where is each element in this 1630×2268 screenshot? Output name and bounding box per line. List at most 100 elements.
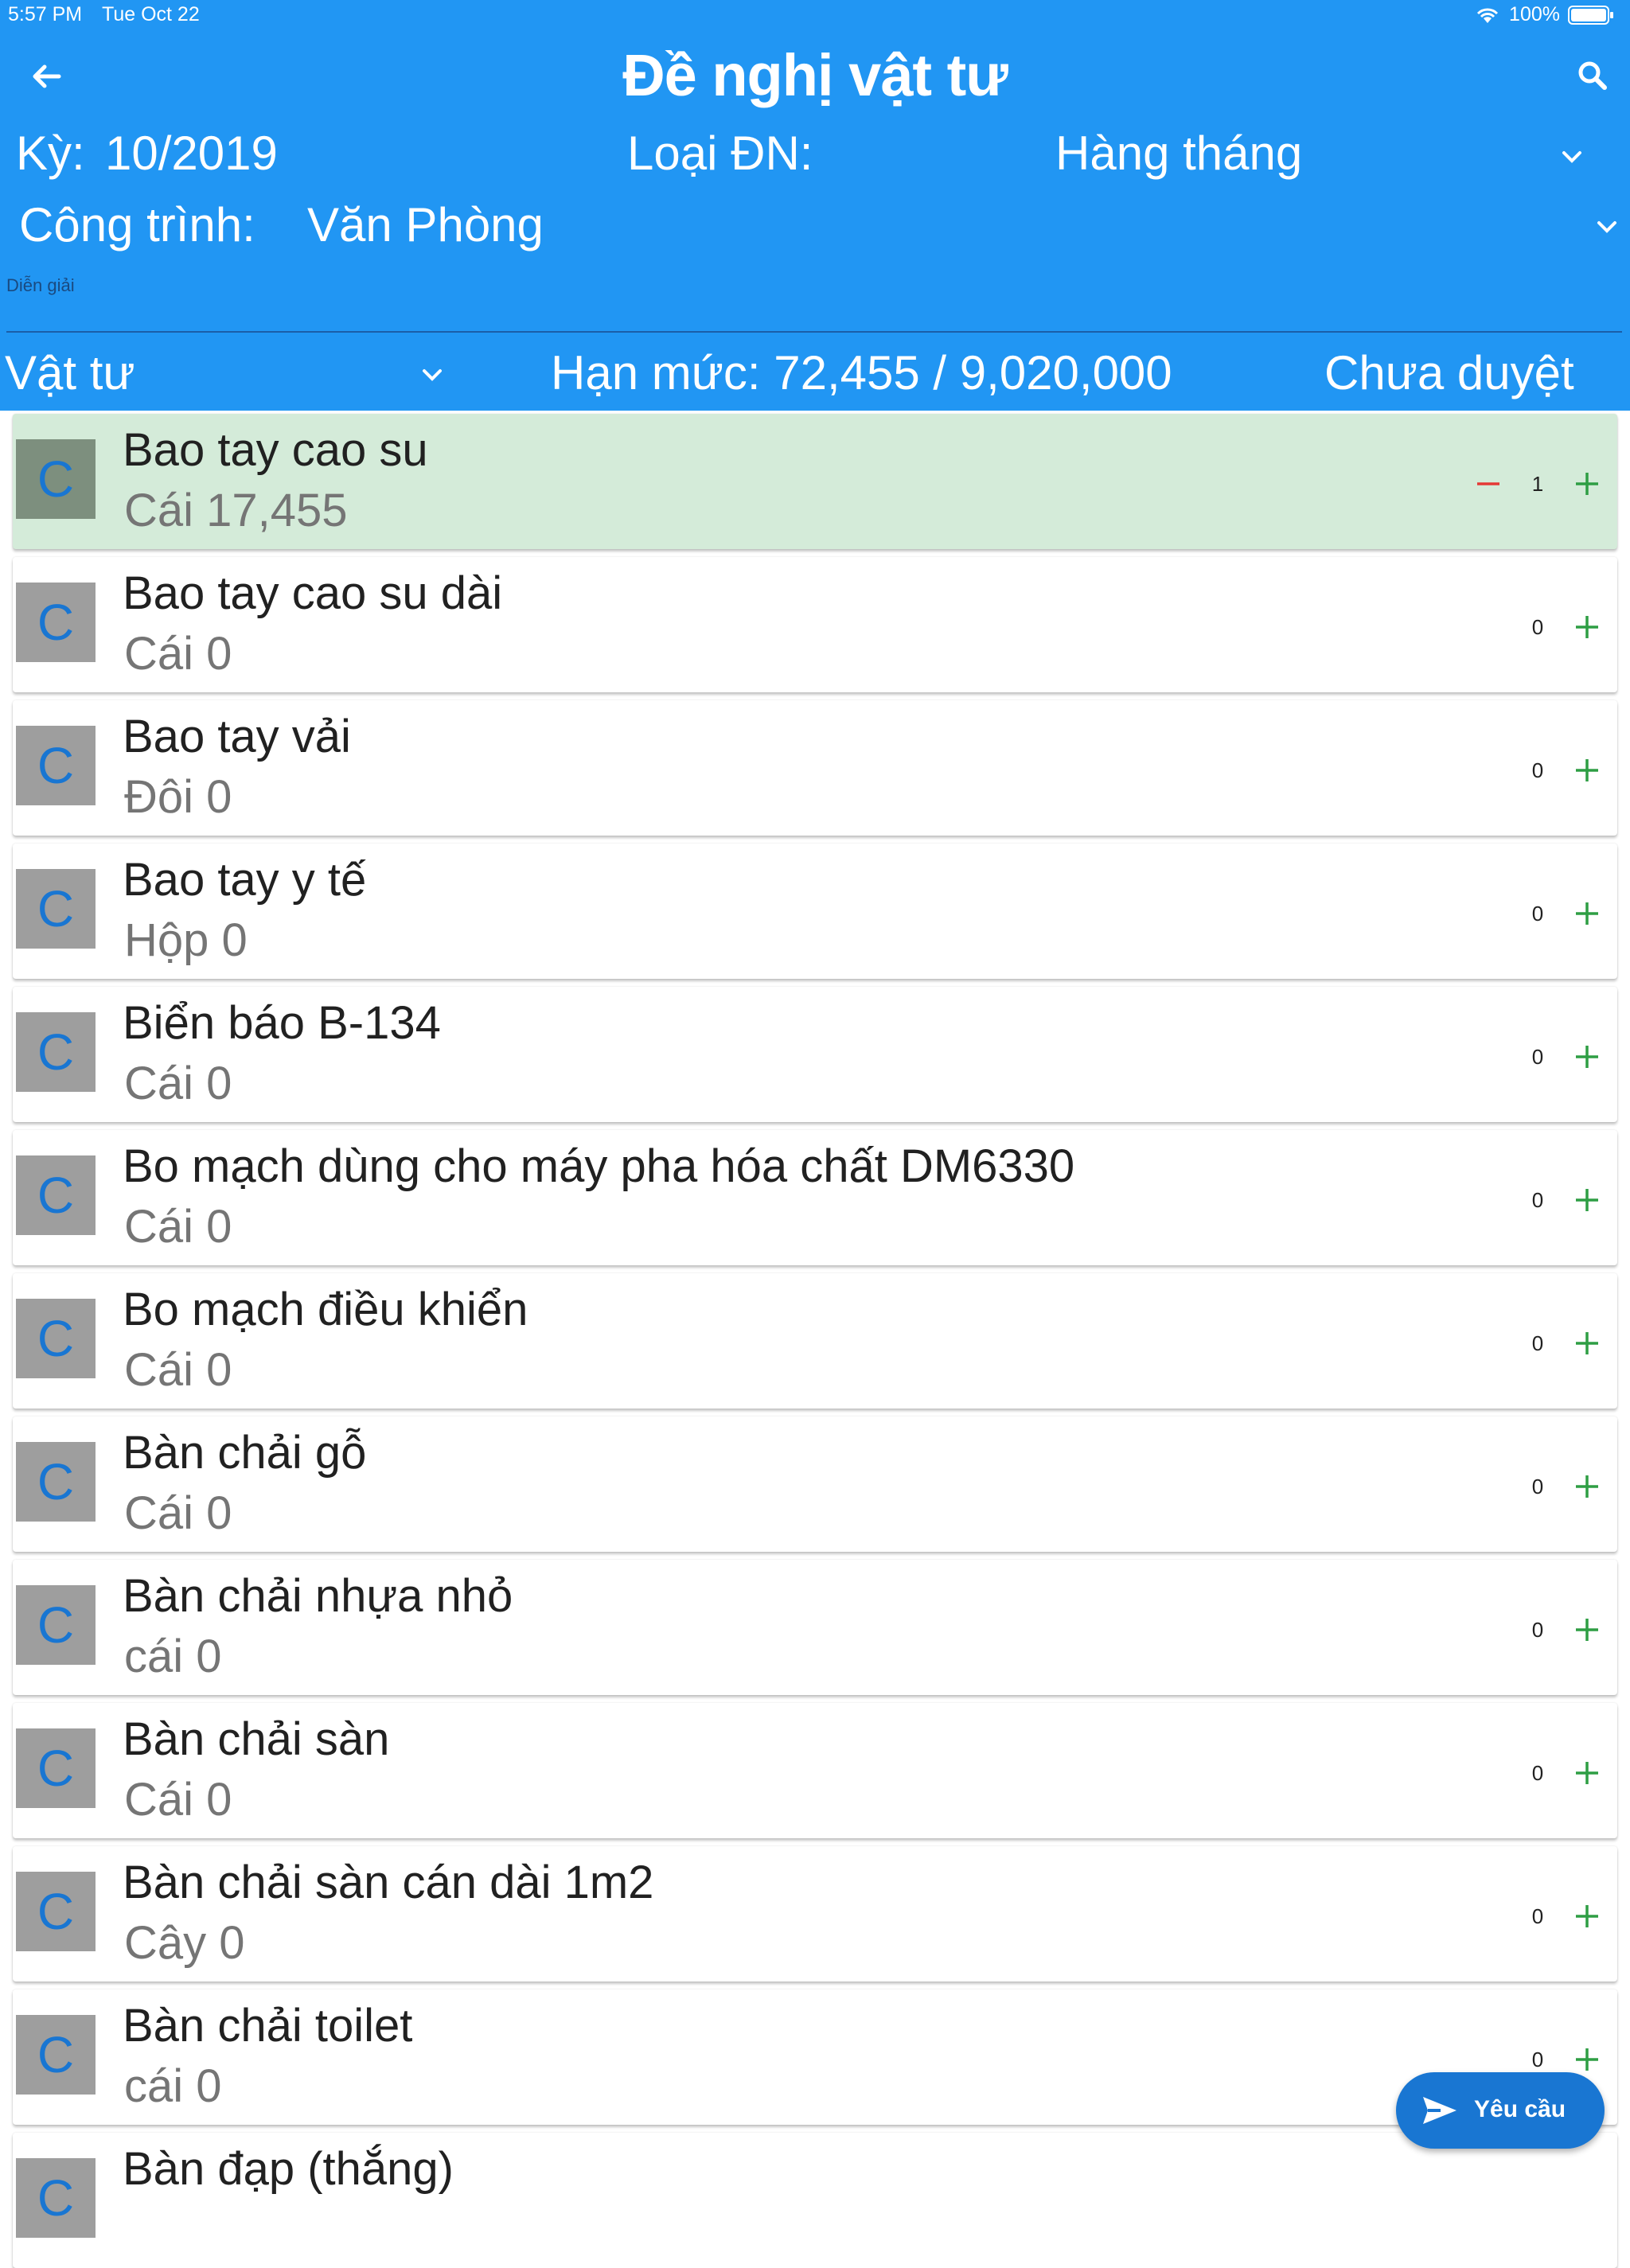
chevron-down-icon[interactable] — [412, 355, 452, 395]
item-avatar: C — [16, 1728, 96, 1808]
item-unit-amount: Đôi 0 — [124, 771, 232, 823]
description-field[interactable]: Diễn giải — [6, 275, 75, 296]
item-avatar: C — [16, 869, 96, 949]
status-indicators: 100% — [1474, 3, 1614, 26]
item-name: Biển báo B-134 — [123, 997, 441, 1049]
item-quantity: 0 — [1531, 1761, 1544, 1785]
plus-icon[interactable] — [1570, 2042, 1605, 2077]
item-quantity: 0 — [1531, 758, 1544, 782]
item-avatar: C — [16, 1872, 96, 1951]
plus-icon[interactable] — [1570, 610, 1605, 645]
item-quantity: 1 — [1531, 472, 1544, 496]
item-unit-amount: Cái 0 — [124, 1344, 232, 1396]
chevron-down-icon[interactable] — [1587, 207, 1627, 247]
item-avatar: C — [16, 1012, 96, 1092]
item-unit-amount: cái 0 — [124, 2060, 222, 2112]
period-label: Kỳ: — [16, 127, 85, 180]
list-item[interactable]: C Bo mạch điều khiển Cái 0 0 — [13, 1273, 1617, 1409]
category-dropdown[interactable]: Vật tư — [5, 345, 135, 400]
list-item[interactable]: C Bao tay vải Đôi 0 0 — [13, 700, 1617, 836]
list-item[interactable]: C Bàn đạp (thắng) — [13, 2133, 1617, 2268]
chevron-down-icon[interactable] — [1552, 137, 1592, 177]
period-value[interactable]: 10/2019 — [105, 126, 278, 181]
approval-status: Chưa duyệt — [1324, 346, 1574, 399]
plus-icon[interactable] — [1570, 1899, 1605, 1934]
item-quantity: 0 — [1531, 2048, 1544, 2071]
request-button-label: Yêu cầu — [1474, 2096, 1566, 2122]
plus-icon[interactable] — [1570, 896, 1605, 931]
item-unit-amount: Cái 17,455 — [124, 485, 348, 536]
item-avatar: C — [16, 726, 96, 805]
status-date: Tue Oct 22 — [102, 3, 200, 25]
item-avatar: C — [16, 583, 96, 662]
item-avatar: C — [16, 2158, 96, 2238]
plus-icon[interactable] — [1570, 1183, 1605, 1218]
request-type-label: Loại ĐN: — [627, 127, 813, 180]
minus-icon[interactable] — [1472, 468, 1504, 500]
item-name: Bao tay cao su dài — [123, 567, 503, 619]
list-item[interactable]: C Biển báo B-134 Cái 0 0 — [13, 987, 1617, 1122]
plus-icon[interactable] — [1570, 1326, 1605, 1361]
item-name: Bàn chải sàn cán dài 1m2 — [123, 1857, 654, 1908]
item-name: Bàn chải nhựa nhỏ — [123, 1570, 513, 1622]
project-dropdown[interactable]: Văn Phòng — [307, 197, 544, 252]
item-avatar: C — [16, 1442, 96, 1522]
item-quantity: 0 — [1531, 1188, 1544, 1212]
item-name: Bàn đạp (thắng) — [123, 2143, 454, 2195]
wifi-icon — [1476, 8, 1499, 23]
item-name: Bàn chải toilet — [123, 2000, 413, 2052]
item-unit-amount: Cây 0 — [124, 1917, 245, 1969]
item-name: Bo mạch dùng cho máy pha hóa chất DM6330 — [123, 1140, 1075, 1192]
list-item[interactable]: C Bàn chải nhựa nhỏ cái 0 0 — [13, 1560, 1617, 1695]
item-avatar: C — [16, 1299, 96, 1378]
request-button[interactable]: Yêu cầu — [1396, 2072, 1605, 2149]
item-avatar: C — [16, 2015, 96, 2095]
field-underline — [6, 331, 1622, 333]
item-name: Bàn chải sàn — [123, 1713, 390, 1765]
item-avatar: C — [16, 1155, 96, 1235]
item-quantity: 0 — [1531, 1045, 1544, 1069]
item-name: Bao tay y tế — [123, 854, 367, 906]
item-unit-amount: Cái 0 — [124, 1487, 232, 1539]
plus-icon[interactable] — [1570, 466, 1605, 501]
item-unit-amount: Cái 0 — [124, 1058, 232, 1109]
page-title: Đề nghị vật tư — [622, 42, 1008, 108]
quota-text: Hạn mức: 72,455 / 9,020,000 — [551, 346, 1172, 399]
plus-icon[interactable] — [1570, 1469, 1605, 1504]
item-quantity: 0 — [1531, 1618, 1544, 1642]
list-item[interactable]: C Bàn chải sàn Cái 0 0 — [13, 1703, 1617, 1838]
item-name: Bàn chải gỗ — [123, 1427, 367, 1479]
item-name: Bao tay vải — [123, 711, 351, 762]
request-type-dropdown[interactable]: Hàng tháng — [1055, 126, 1302, 181]
item-avatar: C — [16, 1585, 96, 1665]
item-quantity: 0 — [1531, 1331, 1544, 1355]
item-name: Bao tay cao su — [123, 424, 428, 476]
item-unit-amount: Cái 0 — [124, 1201, 232, 1253]
app-header: 5:57 PM Tue Oct 22 100% Đề nghị vật tư K… — [0, 0, 1630, 411]
list-item[interactable]: C Bàn chải toilet cái 0 0 — [13, 1989, 1617, 2125]
search-icon[interactable] — [1570, 53, 1617, 100]
item-unit-amount: Cái 0 — [124, 628, 232, 680]
list-item[interactable]: C Bàn chải gỗ Cái 0 0 — [13, 1417, 1617, 1552]
plus-icon[interactable] — [1570, 753, 1605, 788]
list-item[interactable]: C Bo mạch dùng cho máy pha hóa chất DM633… — [13, 1130, 1617, 1265]
project-label: Công trình: — [19, 198, 255, 251]
plus-icon[interactable] — [1570, 1039, 1605, 1074]
item-name: Bo mạch điều khiển — [123, 1284, 528, 1335]
list-item[interactable]: C Bàn chải sàn cán dài 1m2 Cây 0 0 — [13, 1846, 1617, 1982]
item-avatar: C — [16, 439, 96, 519]
item-quantity: 0 — [1531, 1475, 1544, 1498]
battery-icon — [1568, 5, 1613, 25]
item-quantity: 0 — [1531, 615, 1544, 639]
item-unit-amount: Cái 0 — [124, 1774, 232, 1826]
list-item[interactable]: C Bao tay cao su Cái 17,455 1 — [13, 414, 1617, 549]
item-quantity: 0 — [1531, 902, 1544, 926]
send-icon — [1423, 2097, 1456, 2124]
status-time: 5:57 PM — [8, 3, 83, 25]
plus-icon[interactable] — [1570, 1612, 1605, 1647]
item-unit-amount: Hộp 0 — [124, 914, 248, 966]
item-quantity: 0 — [1531, 1904, 1544, 1928]
plus-icon[interactable] — [1570, 1756, 1605, 1791]
list-item[interactable]: C Bao tay cao su dài Cái 0 0 — [13, 557, 1617, 692]
list-item[interactable]: C Bao tay y tế Hộp 0 0 — [13, 844, 1617, 979]
